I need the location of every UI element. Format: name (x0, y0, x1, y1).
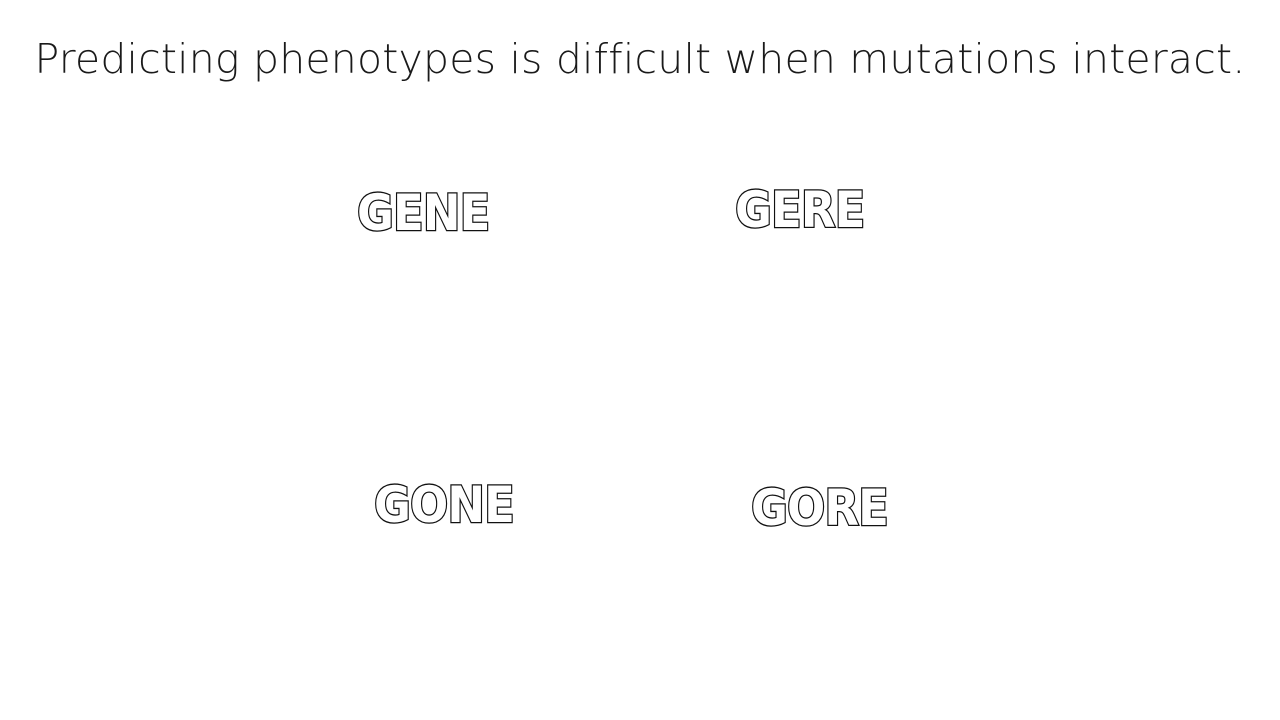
word-gone: GONE (373, 475, 516, 536)
word-gene: GENE (356, 183, 492, 244)
slide: Predicting phenotypes is difficult when … (0, 0, 1280, 720)
slide-title: Predicting phenotypes is difficult when … (34, 35, 1246, 83)
word-gore: GORE (750, 478, 890, 539)
word-gere: GERE (734, 180, 867, 241)
